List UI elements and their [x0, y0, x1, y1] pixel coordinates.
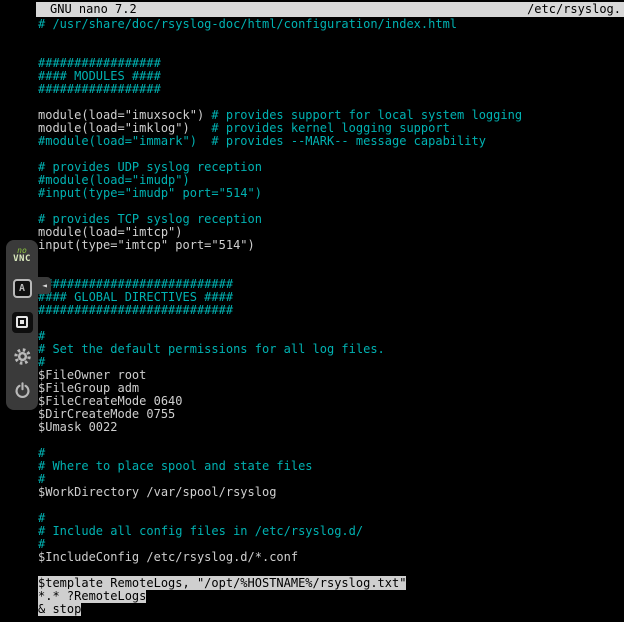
config-comment-text: # provides UDP syslog reception — [38, 160, 262, 174]
terminal-line[interactable]: # Set the default permissions for all lo… — [38, 343, 624, 356]
config-code-text: $FileGroup adm — [38, 381, 139, 395]
novnc-logo: no VNC — [13, 246, 31, 266]
terminal: GNU nano 7.2 /etc/rsyslog. # /usr/share/… — [36, 0, 624, 622]
config-comment-text: #### MODULES #### — [38, 69, 161, 83]
terminal-line[interactable]: $Umask 0022 — [38, 421, 624, 434]
config-comment-text: ########################### — [38, 277, 233, 291]
nano-version: GNU nano 7.2 — [50, 2, 137, 17]
terminal-line[interactable] — [38, 499, 624, 512]
clipboard-button[interactable]: A — [10, 276, 34, 300]
fullscreen-button[interactable] — [10, 310, 34, 334]
config-comment-text: #### GLOBAL DIRECTIVES #### — [38, 290, 233, 304]
terminal-buffer[interactable]: # /usr/share/doc/rsyslog-doc/html/config… — [36, 18, 624, 616]
nano-filename: /etc/rsyslog. — [527, 2, 621, 17]
config-comment-text: # — [38, 329, 45, 343]
clipboard-icon: A — [13, 279, 32, 298]
config-code-text: $template RemoteLogs, "/opt/%HOSTNAME%/r… — [38, 576, 406, 590]
config-code-text: module(load="imtcp") — [38, 225, 183, 239]
config-comment-text: # — [38, 355, 45, 369]
fullscreen-icon — [12, 312, 33, 333]
terminal-line[interactable]: # /usr/share/doc/rsyslog-doc/html/config… — [38, 18, 624, 31]
config-code-text: module(load="imuxsock") — [38, 108, 211, 122]
config-comment-text: # Set the default permissions for all lo… — [38, 342, 385, 356]
terminal-line[interactable]: #module(load="immark") # provides --MARK… — [38, 135, 624, 148]
terminal-line[interactable]: #input(type="imudp" port="514") — [38, 187, 624, 200]
terminal-line[interactable]: & stop — [38, 603, 624, 616]
terminal-line[interactable]: $WorkDirectory /var/spool/rsyslog — [38, 486, 624, 499]
terminal-line[interactable] — [38, 31, 624, 44]
power-button[interactable] — [10, 378, 34, 402]
config-comment-text: # Where to place spool and state files — [38, 459, 313, 473]
control-bar-handle[interactable]: ◄ — [38, 277, 51, 294]
terminal-line[interactable] — [38, 252, 624, 265]
config-comment-text: ################# — [38, 82, 161, 96]
config-code-text: module(load="imklog") — [38, 121, 211, 135]
terminal-line[interactable]: # Include all config files in /etc/rsysl… — [38, 525, 624, 538]
config-comment-text: # provides kernel logging support — [211, 121, 449, 135]
config-code-text: input(type="imtcp" port="514") — [38, 238, 255, 252]
config-code-text: $IncludeConfig /etc/rsyslog.d/*.conf — [38, 550, 298, 564]
config-code-text: $Umask 0022 — [38, 420, 117, 434]
settings-button[interactable] — [10, 344, 34, 368]
config-comment-text: #module(load="immark") # provides --MARK… — [38, 134, 486, 148]
power-icon — [14, 382, 31, 399]
config-comment-text: # — [38, 472, 45, 486]
terminal-line[interactable]: $DirCreateMode 0755 — [38, 408, 624, 421]
nano-titlebar: GNU nano 7.2 /etc/rsyslog. — [36, 2, 624, 17]
config-comment-text: ################# — [38, 56, 161, 70]
novnc-logo-vnc: VNC — [13, 255, 31, 264]
terminal-line[interactable]: $IncludeConfig /etc/rsyslog.d/*.conf — [38, 551, 624, 564]
config-comment-text: # /usr/share/doc/rsyslog-doc/html/config… — [38, 17, 457, 31]
config-code-text: $FileCreateMode 0640 — [38, 394, 183, 408]
config-comment-text: # — [38, 511, 45, 525]
config-code-text: $DirCreateMode 0755 — [38, 407, 175, 421]
terminal-line[interactable]: *.* ?RemoteLogs — [38, 590, 624, 603]
config-comment-text: # — [38, 446, 45, 460]
terminal-line[interactable] — [38, 317, 624, 330]
terminal-line[interactable] — [38, 434, 624, 447]
chevron-left-icon: ◄ — [42, 281, 47, 290]
terminal-line[interactable]: # Where to place spool and state files — [38, 460, 624, 473]
config-comment-text: # Include all config files in /etc/rsysl… — [38, 524, 363, 538]
novnc-control-bar: no VNC A — [6, 240, 38, 410]
config-code-text: $FileOwner root — [38, 368, 146, 382]
terminal-line[interactable]: ################# — [38, 83, 624, 96]
terminal-line[interactable]: ########################### — [38, 304, 624, 317]
gear-icon — [13, 347, 32, 366]
terminal-line[interactable]: input(type="imtcp" port="514") — [38, 239, 624, 252]
config-comment-text: #module(load="imudp") — [38, 173, 190, 187]
config-comment-text: #input(type="imudp" port="514") — [38, 186, 262, 200]
config-code-text: $WorkDirectory /var/spool/rsyslog — [38, 485, 276, 499]
config-comment-text: # provides support for local system logg… — [211, 108, 522, 122]
config-code-text: & stop — [38, 602, 81, 616]
config-comment-text: # provides TCP syslog reception — [38, 212, 262, 226]
config-comment-text: # — [38, 537, 45, 551]
config-code-text: *.* ?RemoteLogs — [38, 589, 146, 603]
config-comment-text: ########################### — [38, 303, 233, 317]
